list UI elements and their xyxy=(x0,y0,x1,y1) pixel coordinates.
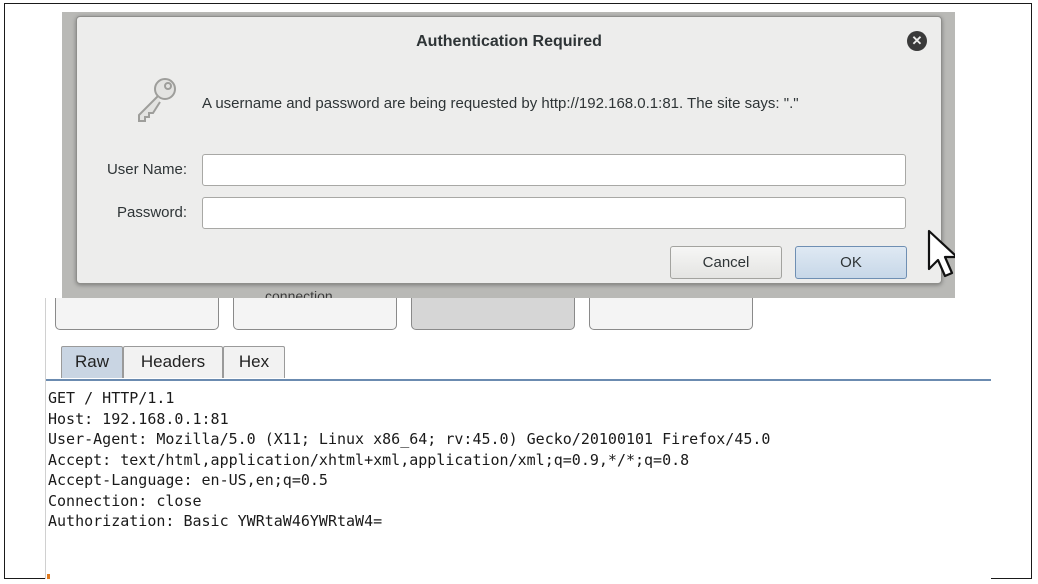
request-line: Connection: close xyxy=(48,491,202,510)
cancel-button[interactable]: Cancel xyxy=(670,246,782,279)
request-line: User-Agent: Mozilla/5.0 (X11; Linux x86_… xyxy=(48,430,771,448)
drop-button[interactable] xyxy=(233,298,397,330)
ok-button[interactable]: OK xyxy=(795,246,907,279)
burp-request-panel: Raw Headers Hex GET / HTTP/1.1 Host: 192… xyxy=(45,298,991,579)
request-line: GET / HTTP/1.1 xyxy=(48,389,175,407)
browser-window: connection. Authentication Required ✕ A … xyxy=(62,12,955,298)
mouse-cursor-icon xyxy=(927,229,955,278)
dialog-title: Authentication Required xyxy=(416,33,602,50)
action-button[interactable] xyxy=(589,298,753,330)
caret-marker xyxy=(47,574,50,579)
raw-request[interactable]: GET / HTTP/1.1 Host: 192.168.0.1:81 User… xyxy=(48,388,988,532)
intercept-toggle-button[interactable] xyxy=(411,298,575,330)
tab-raw[interactable]: Raw xyxy=(61,346,123,378)
auth-message: A username and password are being reques… xyxy=(202,95,799,112)
request-line: Authorization: Basic YWRtaW46YWRtaW4= xyxy=(48,512,383,530)
password-label: Password: xyxy=(116,204,187,221)
close-icon[interactable]: ✕ xyxy=(907,31,927,51)
tab-headers[interactable]: Headers xyxy=(123,346,223,378)
tab-divider xyxy=(45,379,991,381)
password-field[interactable] xyxy=(202,197,906,229)
background-text: connection. xyxy=(265,288,337,298)
background-page-text: connection. xyxy=(265,284,385,298)
request-line: Host: 192.168.0.1:81 xyxy=(48,409,229,428)
username-label: User Name: xyxy=(106,161,187,178)
tab-hex[interactable]: Hex xyxy=(223,346,285,378)
auth-dialog: Authentication Required ✕ A username and… xyxy=(76,16,955,284)
username-field[interactable] xyxy=(202,154,906,186)
panel-edge xyxy=(45,298,46,579)
request-line: Accept-Language: en-US,en;q=0.5 xyxy=(48,471,328,489)
forward-button[interactable] xyxy=(55,298,219,330)
request-line: Accept: text/html,application/xhtml+xml,… xyxy=(48,450,690,469)
key-icon xyxy=(138,78,176,122)
